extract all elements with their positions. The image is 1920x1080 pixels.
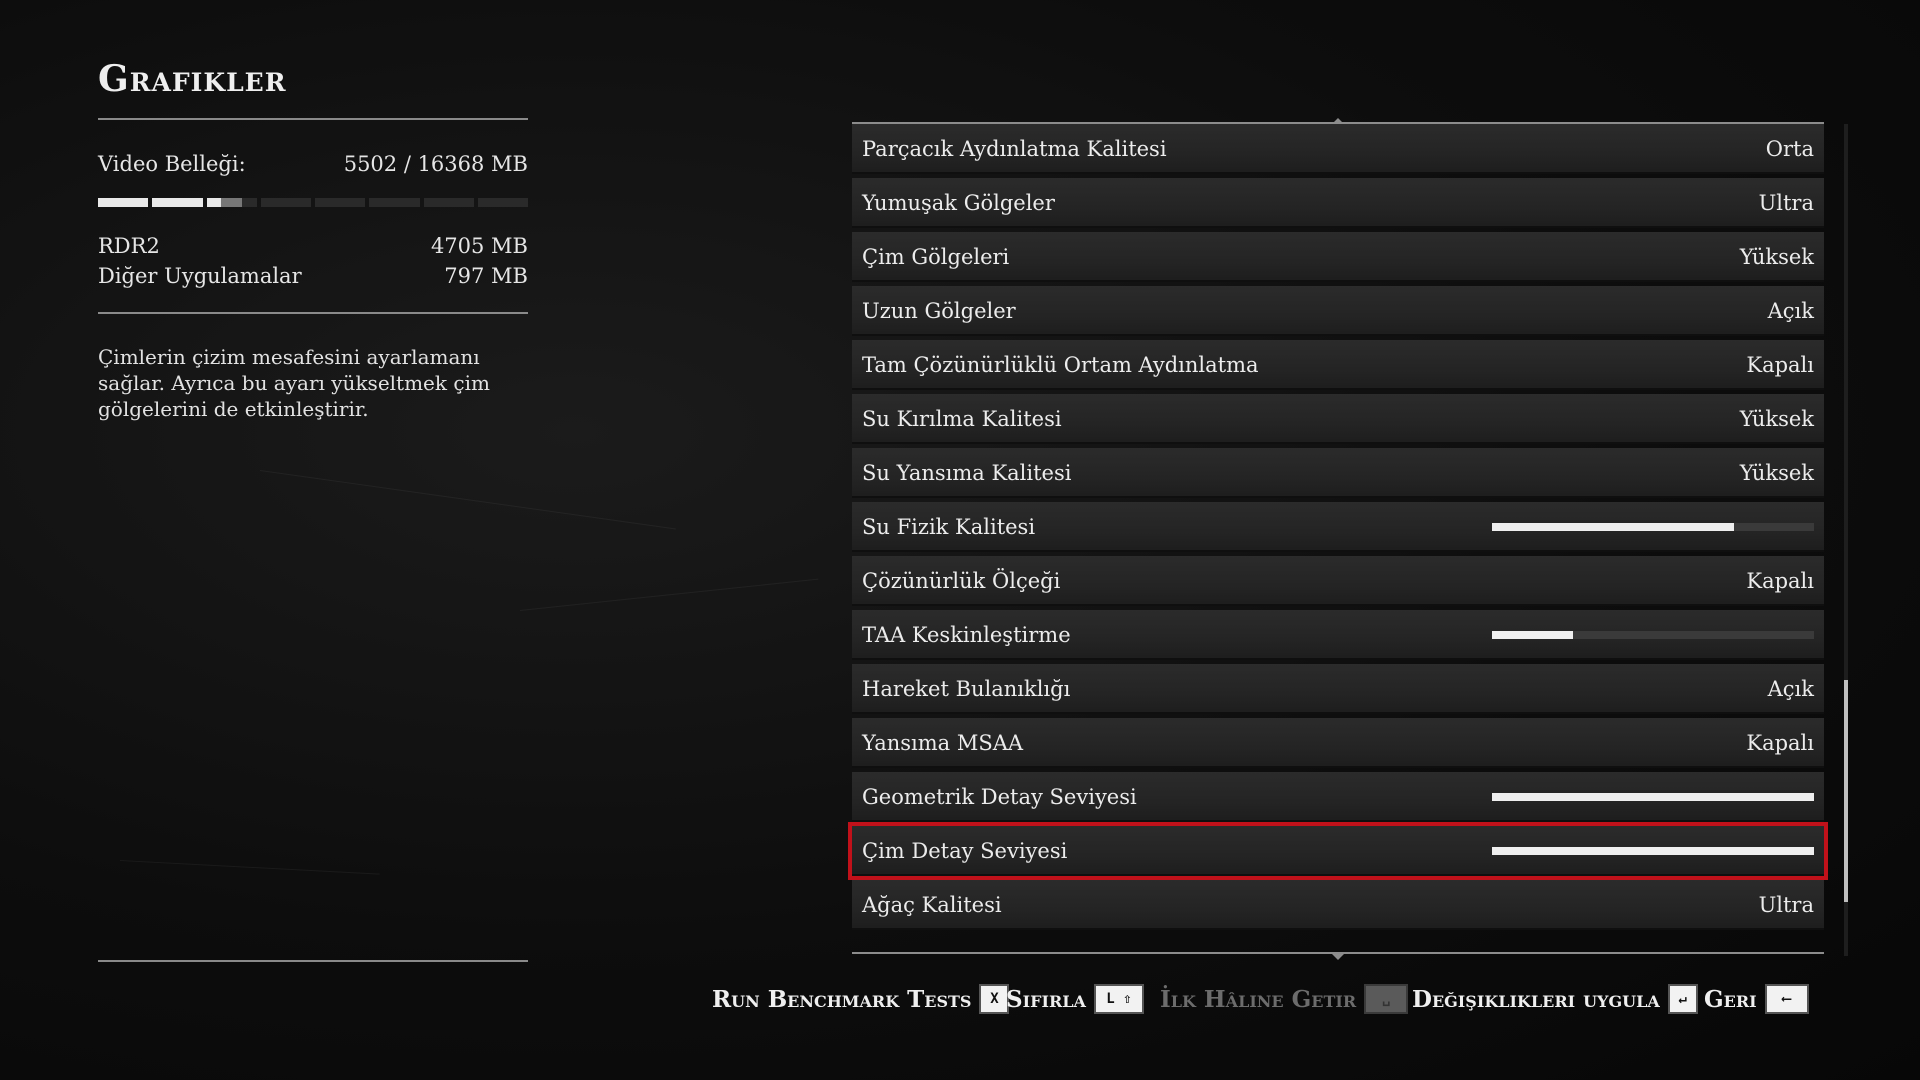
key-x-icon: X bbox=[979, 984, 1010, 1014]
setting-name: Uzun Gölgeler bbox=[862, 299, 1016, 323]
scrollbar-thumb[interactable] bbox=[1844, 680, 1848, 902]
setting-value: Açık bbox=[1767, 299, 1814, 323]
setting-name: TAA Keskinleştirme bbox=[862, 623, 1071, 647]
memory-bar-segment bbox=[477, 198, 528, 207]
setting-description: Çimlerin çizim mesafesini ayarlamanı sağ… bbox=[98, 345, 490, 421]
setting-name: Çim Gölgeleri bbox=[862, 245, 1010, 269]
setting-row[interactable]: Su Yansıma Kalitesi Yüksek bbox=[852, 448, 1824, 498]
setting-name: Geometrik Detay Seviyesi bbox=[862, 785, 1137, 809]
reset-button[interactable]: Sıfırla L ⇧ bbox=[1006, 984, 1144, 1014]
setting-row[interactable]: Çim Detay Seviyesi bbox=[848, 822, 1828, 880]
setting-row[interactable]: Uzun Gölgeler Açık bbox=[852, 286, 1824, 336]
setting-value: Orta bbox=[1765, 137, 1814, 161]
video-memory-row: Video Belleği: 5502 / 16368 MB bbox=[98, 152, 528, 176]
divider bbox=[98, 118, 528, 120]
memory-row-label: RDR2 bbox=[98, 234, 160, 258]
setting-value: Kapalı bbox=[1746, 569, 1814, 593]
setting-row[interactable]: Çim Gölgeleri Yüksek bbox=[852, 232, 1824, 282]
graphics-settings-screen: Grafikler Video Belleği: 5502 / 16368 MB… bbox=[0, 0, 1920, 1080]
setting-value: Açık bbox=[1767, 677, 1814, 701]
back-button[interactable]: Geri ⟵ bbox=[1704, 984, 1809, 1014]
setting-row[interactable]: Su Fizik Kalitesi bbox=[852, 502, 1824, 552]
memory-bar-segment bbox=[369, 198, 420, 207]
background-scratch bbox=[519, 578, 819, 611]
setting-row[interactable]: Yumuşak Gölgeler Ultra bbox=[852, 178, 1824, 228]
setting-value: Yüksek bbox=[1739, 407, 1814, 431]
setting-slider[interactable] bbox=[1492, 631, 1814, 639]
setting-name: Tam Çözünürlüklü Ortam Aydınlatma bbox=[862, 353, 1259, 377]
setting-row[interactable]: Geometrik Detay Seviyesi bbox=[852, 772, 1824, 822]
setting-value: Kapalı bbox=[1746, 353, 1814, 377]
slider-fill bbox=[1492, 523, 1734, 531]
setting-name: Yansıma MSAA bbox=[862, 731, 1024, 755]
video-memory-value: 5502 / 16368 MB bbox=[343, 152, 528, 176]
memory-bar-segment bbox=[98, 198, 149, 207]
restore-defaults-button[interactable]: İlk Hâline Getir ␣ bbox=[1160, 984, 1409, 1014]
setting-name: Ağaç Kalitesi bbox=[862, 893, 1002, 917]
setting-name: Su Kırılma Kalitesi bbox=[862, 407, 1062, 431]
divider bbox=[98, 960, 528, 962]
scroll-down-indicator bbox=[1332, 954, 1344, 960]
background-scratch bbox=[119, 860, 380, 875]
memory-row-label: Diğer Uygulamalar bbox=[98, 264, 302, 288]
setting-row[interactable]: Çözünürlük Ölçeği Kapalı bbox=[852, 556, 1824, 606]
memory-bar-segment bbox=[152, 198, 203, 207]
setting-row[interactable]: Parçacık Aydınlatma Kalitesi Orta bbox=[852, 124, 1824, 174]
setting-row[interactable]: Tam Çözünürlüklü Ortam Aydınlatma Kapalı bbox=[852, 340, 1824, 390]
run-benchmark-label: Run Benchmark Tests bbox=[712, 985, 972, 1013]
setting-name: Hareket Bulanıklığı bbox=[862, 677, 1071, 701]
slider-fill bbox=[1492, 793, 1814, 801]
key-backspace-icon: ⟵ bbox=[1764, 984, 1809, 1014]
memory-bar-segment bbox=[315, 198, 366, 207]
setting-slider[interactable] bbox=[1492, 523, 1814, 531]
reset-label: Sıfırla bbox=[1006, 985, 1086, 1013]
setting-value: Ultra bbox=[1758, 893, 1814, 917]
video-memory-label: Video Belleği: bbox=[98, 152, 246, 176]
setting-row[interactable]: Su Kırılma Kalitesi Yüksek bbox=[852, 394, 1824, 444]
memory-row-value: 797 MB bbox=[444, 264, 528, 288]
setting-row[interactable]: Hareket Bulanıklığı Açık bbox=[852, 664, 1824, 714]
memory-bar-segment bbox=[260, 198, 311, 207]
setting-name: Yumuşak Gölgeler bbox=[862, 191, 1055, 215]
setting-name: Parçacık Aydınlatma Kalitesi bbox=[862, 137, 1167, 161]
setting-row[interactable]: TAA Keskinleştirme bbox=[852, 610, 1824, 660]
memory-bar-segment bbox=[423, 198, 474, 207]
key-space-icon: ␣ bbox=[1364, 984, 1409, 1014]
setting-value: Kapalı bbox=[1746, 731, 1814, 755]
setting-name: Çözünürlük Ölçeği bbox=[862, 569, 1061, 593]
background-scratch bbox=[259, 470, 676, 530]
settings-scrollbar[interactable] bbox=[1844, 124, 1848, 956]
setting-slider[interactable] bbox=[1492, 847, 1814, 855]
setting-row[interactable]: Yansıma MSAA Kapalı bbox=[852, 718, 1824, 768]
setting-value: Ultra bbox=[1758, 191, 1814, 215]
setting-row[interactable]: Ağaç Kalitesi Ultra bbox=[852, 880, 1824, 930]
apply-changes-label: Değişiklikleri uygula bbox=[1412, 985, 1660, 1013]
video-memory-bar bbox=[98, 198, 528, 208]
divider bbox=[98, 312, 528, 314]
memory-row-rdr2: RDR2 4705 MB bbox=[98, 234, 528, 258]
footer-actions: Run Benchmark Tests X Sıfırla L ⇧ İlk Hâ… bbox=[0, 984, 1920, 1024]
setting-name: Su Fizik Kalitesi bbox=[862, 515, 1036, 539]
apply-changes-button[interactable]: Değişiklikleri uygula ↵ bbox=[1412, 984, 1698, 1014]
back-label: Geri bbox=[1704, 985, 1757, 1013]
setting-slider[interactable] bbox=[1492, 793, 1814, 801]
run-benchmark-button[interactable]: Run Benchmark Tests X bbox=[712, 984, 1010, 1014]
setting-name: Su Yansıma Kalitesi bbox=[862, 461, 1072, 485]
slider-fill bbox=[1492, 847, 1814, 855]
key-l-shift-icon: L ⇧ bbox=[1093, 984, 1144, 1014]
page-title: Grafikler bbox=[98, 58, 287, 100]
key-enter-icon: ↵ bbox=[1667, 984, 1698, 1014]
memory-bar-segment bbox=[206, 198, 257, 207]
setting-value: Yüksek bbox=[1739, 245, 1814, 269]
memory-row-other-apps: Diğer Uygulamalar 797 MB bbox=[98, 264, 528, 288]
memory-row-value: 4705 MB bbox=[430, 234, 528, 258]
setting-value: Yüksek bbox=[1739, 461, 1814, 485]
slider-fill bbox=[1492, 631, 1573, 639]
setting-name: Çim Detay Seviyesi bbox=[862, 839, 1068, 863]
restore-defaults-label: İlk Hâline Getir bbox=[1160, 985, 1357, 1013]
